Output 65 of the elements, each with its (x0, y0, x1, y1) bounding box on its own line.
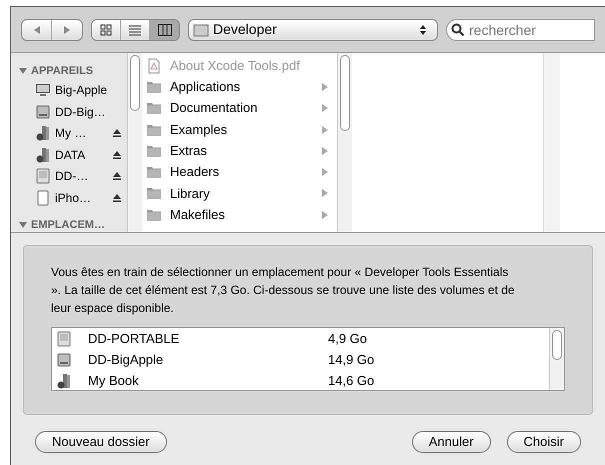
new-folder-button[interactable]: Nouveau dossier (35, 431, 167, 453)
volume-free-space: 14,6 Go (328, 372, 374, 390)
grid-view-icon (100, 24, 112, 36)
volume-name: My Book (88, 372, 140, 390)
scrollbar[interactable] (127, 53, 142, 232)
sidebar-item[interactable]: DATA (19, 144, 127, 166)
scrollbar[interactable] (337, 53, 352, 232)
disclosure-arrow-icon (321, 104, 329, 112)
section-header: APPAREILS (31, 64, 94, 79)
disclosure-arrow-icon (321, 82, 329, 91)
view-mode-button[interactable] (150, 20, 179, 40)
sidebar-item[interactable]: DD-Big… (19, 101, 127, 122)
search-icon (451, 22, 465, 36)
cancel-button[interactable]: Annuler (412, 431, 491, 453)
location-popup[interactable]: Developer (188, 18, 438, 40)
disclosure-arrow-icon (321, 168, 329, 176)
disk-image-icon (35, 168, 51, 184)
device-icon (35, 190, 51, 206)
external-drive-icon (35, 125, 51, 142)
file-row[interactable]: Applications (142, 76, 337, 98)
file-row[interactable]: Headers (142, 161, 337, 183)
sidebar-item[interactable]: My … (19, 122, 127, 144)
sidebar-item[interactable]: DD-… (19, 166, 127, 187)
file-row[interactable]: Library (142, 182, 337, 204)
left-triangle-icon (32, 26, 40, 34)
folder-icon (193, 22, 209, 38)
disclosure-arrow-icon (321, 189, 329, 198)
column-view-icon (158, 24, 172, 36)
collapse-triangle-icon[interactable] (19, 67, 27, 76)
view-mode-button[interactable] (121, 20, 150, 40)
choose-button[interactable]: Choisir (506, 431, 581, 453)
disk-image-icon (56, 330, 72, 346)
disclosure-arrow-icon (321, 126, 329, 134)
message-text: Vous êtes en train de sélectionner un emplacement pour « Developer Tools Essentials ». La taille de cet élément est 7,3 Go. Ci-dessous se trouve une liste des volumes et de leur espace disponible. (51, 264, 516, 317)
monitor-icon (35, 82, 51, 98)
list-view-icon (129, 24, 141, 36)
document-icon (146, 58, 162, 74)
file-row[interactable]: Makefiles (142, 204, 337, 226)
folder-icon (146, 164, 162, 180)
eject-icon[interactable] (111, 127, 123, 140)
volume-name: DD-BigApple (88, 350, 164, 369)
file-row[interactable]: Documentation (142, 98, 337, 119)
collapse-triangle-icon[interactable] (19, 220, 27, 229)
eject-icon[interactable] (111, 170, 123, 182)
folder-icon (146, 185, 162, 202)
eject-icon[interactable] (111, 192, 123, 204)
file-row[interactable]: Examples (142, 118, 337, 140)
section-header: EMPLACEM… (31, 218, 105, 232)
volume-free-space: 14,9 Go (328, 350, 374, 369)
volume-free-space: 4,9 Go (328, 330, 368, 348)
folder-icon (146, 100, 162, 116)
scrollbar[interactable] (549, 328, 564, 390)
search-field[interactable]: rechercher (446, 18, 595, 40)
view-mode-button[interactable] (92, 20, 121, 40)
disclosure-arrow-icon (321, 210, 329, 219)
volume-name: DD-PORTABLE (88, 330, 180, 348)
sidebar-item[interactable]: Big-Apple (19, 80, 127, 101)
right-triangle-icon (63, 26, 71, 34)
stepper-arrows-icon (417, 24, 429, 36)
file-row[interactable]: Extras (142, 140, 337, 162)
disclosure-arrow-icon (321, 146, 329, 155)
external-drive-icon (35, 146, 51, 163)
sidebar-item[interactable]: iPho… (19, 187, 127, 208)
external-drive-icon (56, 372, 72, 388)
eject-icon[interactable] (111, 148, 123, 161)
